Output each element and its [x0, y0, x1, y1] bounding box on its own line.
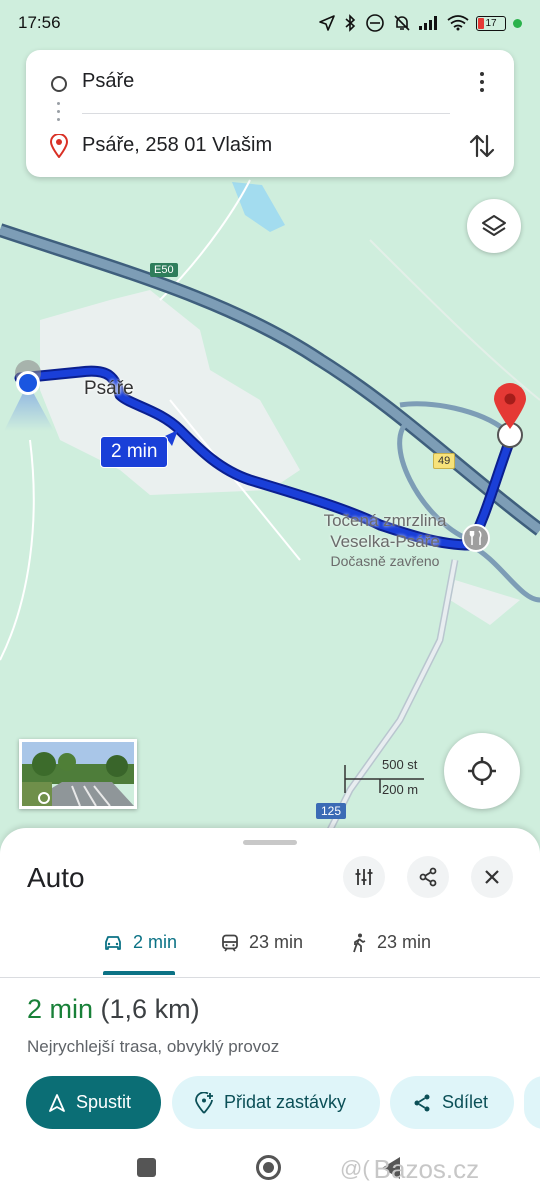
- route-time-badge[interactable]: 2 min: [100, 436, 169, 468]
- watermark: @( Bazos.cz: [340, 1153, 480, 1184]
- street-view-image: [22, 742, 134, 806]
- destination-pin-icon[interactable]: [490, 383, 530, 449]
- road-shield-e50: E50: [150, 263, 178, 277]
- summary-duration: 2 min: [27, 994, 94, 1024]
- route-summary: 2 min (1,6 km): [27, 994, 200, 1025]
- my-location-button[interactable]: [444, 733, 520, 809]
- car-icon: [105, 935, 121, 950]
- route-description: Nejrychlejší trasa, obvyklý provoz: [27, 1037, 280, 1056]
- layers-button[interactable]: [467, 199, 521, 253]
- road-shield-125: 125: [316, 803, 347, 819]
- wifi-icon: [447, 15, 469, 31]
- card-divider: [82, 113, 450, 114]
- sliders-icon: [355, 869, 373, 885]
- watermark-text: Bazos.cz: [373, 1153, 480, 1184]
- travel-mode-tabs: 2 min 23 min 23 min: [0, 920, 540, 978]
- map-scale: 500 st 200 m: [344, 757, 424, 801]
- poi-status: Dočasně zavřeno: [330, 553, 440, 569]
- bluetooth-icon: [345, 14, 356, 32]
- route-dots-icon: [57, 102, 61, 121]
- navigation-arrow-icon: [49, 1093, 65, 1112]
- poi-name[interactable]: Točená zmrzlina Veselka-Psáře: [300, 510, 470, 552]
- share-icon: [419, 867, 437, 887]
- privacy-dot-icon: [513, 18, 522, 28]
- town-label: Psáře: [84, 378, 134, 399]
- share-button[interactable]: Sdílet: [390, 1076, 514, 1129]
- recents-button[interactable]: [137, 1158, 156, 1177]
- crosshair-icon: [468, 757, 496, 785]
- add-stops-button[interactable]: Přidat zastávky: [172, 1076, 380, 1129]
- home-button[interactable]: [256, 1155, 281, 1180]
- share-chip-icon: [414, 1094, 430, 1111]
- location-arrow-icon: [319, 15, 335, 31]
- origin-icon: [51, 76, 67, 92]
- start-button[interactable]: Spustit: [26, 1076, 161, 1129]
- battery-level: 17: [485, 17, 497, 29]
- route-card: Psáře Psáře, 258 01 Vlašim: [26, 50, 514, 177]
- swap-arrows-icon: [469, 134, 495, 158]
- tab-car-label: 2 min: [133, 932, 178, 952]
- system-nav-bar: @( Bazos.cz: [0, 1146, 540, 1200]
- tab-transit[interactable]: 23 min: [221, 932, 303, 953]
- route-options-button[interactable]: [343, 856, 385, 898]
- layers-icon: [482, 215, 506, 236]
- add-stops-label: Přidat zastávky: [224, 1092, 347, 1112]
- destination-field[interactable]: Psáře, 258 01 Vlašim: [82, 134, 272, 157]
- destination-pin-small-icon: [50, 134, 68, 158]
- more-menu-button[interactable]: [468, 66, 496, 98]
- link-icon: [366, 14, 384, 32]
- tab-car[interactable]: 2 min: [103, 932, 177, 953]
- add-stop-pin-icon: [195, 1091, 213, 1114]
- summary-distance: (1,6 km): [100, 994, 200, 1024]
- tab-walk-label: 23 min: [377, 932, 432, 952]
- sheet-handle[interactable]: [243, 840, 297, 845]
- current-location-icon: [4, 360, 54, 431]
- train-icon: [222, 934, 238, 951]
- more-actions-chip[interactable]: [524, 1076, 540, 1129]
- close-button[interactable]: [471, 856, 513, 898]
- close-icon: [485, 870, 499, 884]
- walking-icon: [353, 933, 366, 952]
- scale-imperial: 500 st: [382, 757, 418, 772]
- scale-metric: 200 m: [382, 782, 419, 797]
- share-button-label: Sdílet: [442, 1092, 489, 1112]
- tab-walk[interactable]: 23 min: [351, 932, 431, 953]
- start-button-label: Spustit: [76, 1092, 132, 1112]
- swap-button[interactable]: [466, 130, 498, 162]
- sheet-title: Auto: [27, 862, 85, 893]
- battery-icon: 17: [476, 15, 506, 31]
- share-route-button[interactable]: [407, 856, 449, 898]
- active-tab-indicator: [103, 971, 175, 975]
- signal-icon: [419, 16, 437, 30]
- origin-field[interactable]: Psáře: [82, 70, 134, 93]
- mute-bell-icon: [394, 15, 410, 31]
- street-view-thumbnail[interactable]: [19, 739, 137, 809]
- directions-sheet: Auto 2 min 23 min 23 min 2 min (1,6 km) …: [0, 828, 540, 1200]
- tab-transit-label: 23 min: [249, 932, 304, 952]
- road-shield-49: 49: [433, 453, 456, 469]
- status-bar: 17:56 17: [0, 0, 540, 46]
- status-time: 17:56: [18, 13, 61, 32]
